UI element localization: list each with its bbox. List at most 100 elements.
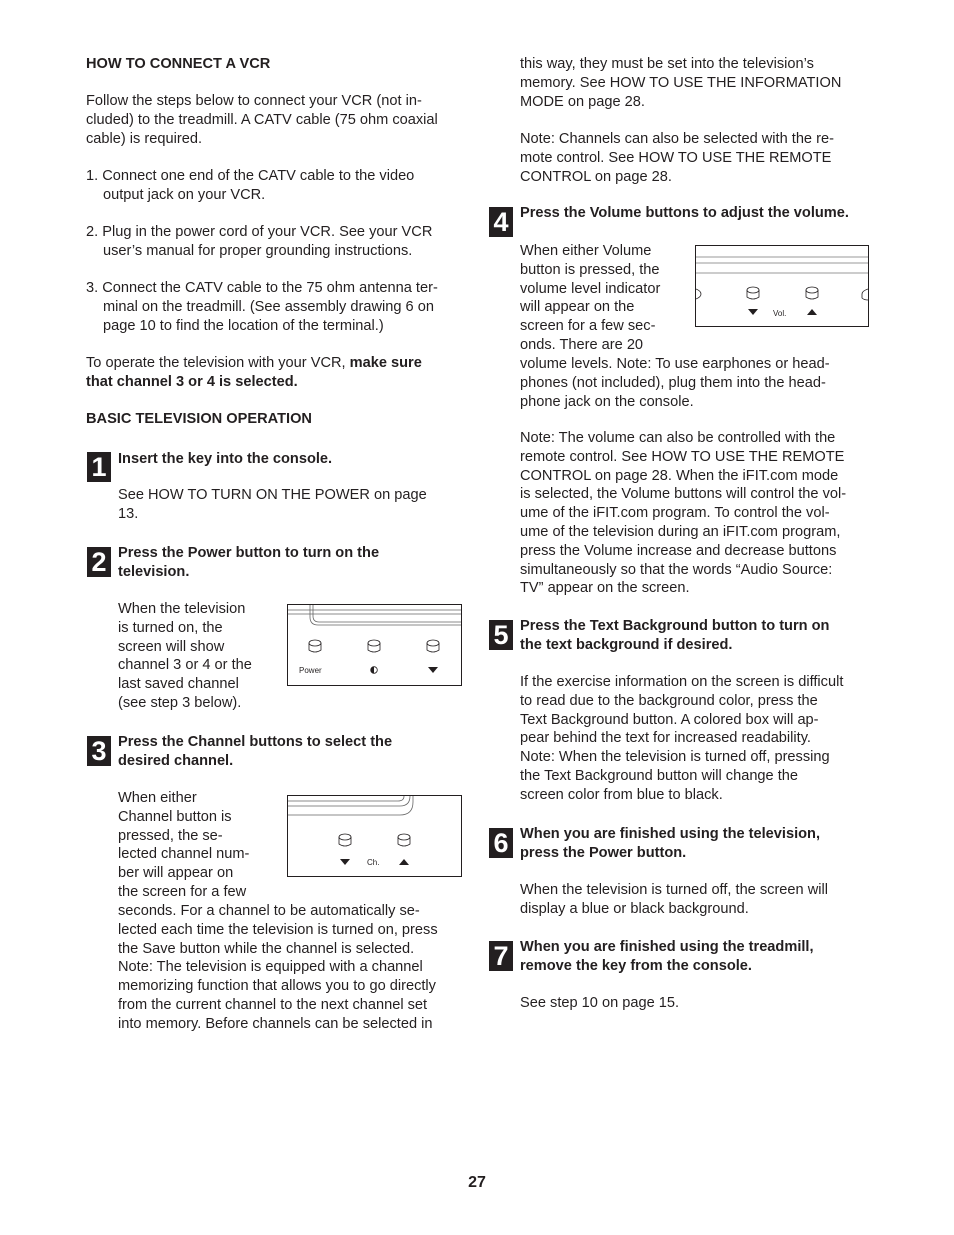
text-line: Note: The television is equipped with a … <box>118 959 423 976</box>
text-line: press the Power button. <box>520 844 687 861</box>
text-line: that channel 3 or 4 is selected. <box>86 373 298 390</box>
text-line: user’s manual for proper grounding instr… <box>103 242 413 259</box>
page-number: 27 <box>468 1174 486 1191</box>
text-line: pressed, the se- <box>118 827 223 844</box>
text-line: ume of the television during an iFIT.com… <box>520 523 841 540</box>
text-line: ume of the iFIT.com program. To control … <box>520 505 830 522</box>
vcr-heading: HOW TO CONNECT A VCR <box>86 56 271 72</box>
step-number-1: 1 <box>87 452 111 482</box>
channel-up-button-icon <box>397 833 411 847</box>
text-line: ber will appear on <box>118 865 234 882</box>
text-line: desired channel. <box>118 752 234 769</box>
channel-down-button-icon <box>338 833 352 847</box>
text-line: is selected, the Volume buttons will con… <box>520 486 847 503</box>
text-line: If the exercise information on the scree… <box>520 674 844 690</box>
step-6-body: When the television is turned off, the s… <box>520 881 880 919</box>
text-line: last saved channel <box>118 676 239 693</box>
text-line: Press the Channel buttons to select the <box>118 734 393 750</box>
volume-down-button-icon <box>746 286 760 300</box>
text-line: volume level indicator <box>520 280 661 297</box>
text-line: Insert the key into the console. <box>118 451 333 467</box>
text-line: Press the Power button to turn on the <box>118 545 380 561</box>
text-line: remove the key from the console. <box>520 957 752 974</box>
text-line: 13. <box>118 505 139 522</box>
vcr-step-1: 1. Connect one end of the CATV cable to … <box>86 167 476 205</box>
step-5-body: If the exercise information on the scree… <box>520 673 880 805</box>
text-line: the Text Background button will change t… <box>520 767 799 784</box>
vcr-note: To operate the television with your VCR,… <box>86 354 476 392</box>
step-2-title: Press the Power button to turn on the te… <box>118 544 379 582</box>
text-line: When you are finished using the treadmil… <box>520 939 814 955</box>
text-line: (see step 3 below). <box>118 694 242 711</box>
text-line: television. <box>118 563 190 580</box>
text-line: lected channel num- <box>118 846 250 863</box>
step-7-body: See step 10 on page 15. <box>520 994 880 1013</box>
power-button-icon <box>308 639 322 653</box>
step-3-body: When either Channel button is pressed, t… <box>118 789 288 902</box>
text-line: simultaneously so that the words “Audio … <box>520 561 833 578</box>
text-line: page 10 to find the location of the term… <box>103 317 384 334</box>
text-line: screen for a few sec- <box>520 318 656 335</box>
text-line: When the television is turned off, the s… <box>520 882 828 898</box>
text-line: memory. See HOW TO USE THE INFORMATION <box>520 74 842 91</box>
text-line: button is pressed, the <box>520 261 660 278</box>
text-line: When either <box>118 790 197 806</box>
text-line: the Save button while the channel is sel… <box>118 940 415 957</box>
text-line: this way, they must be set into the tele… <box>520 56 814 72</box>
text-line: phone jack on the console. <box>520 393 694 410</box>
text-line: remote control. See HOW TO USE THE REMOT… <box>520 448 845 465</box>
text-line: screen will show <box>118 638 225 655</box>
text-line: the text background if desired. <box>520 636 733 653</box>
step-number-4: 4 <box>489 207 513 237</box>
volume-label: Vol. <box>773 309 786 318</box>
text-line: is turned on, the <box>118 619 223 636</box>
contrast-button-icon <box>367 639 381 653</box>
volume-up-button-icon <box>805 286 819 300</box>
basic-heading: BASIC TELEVISION OPERATION <box>86 411 312 427</box>
vcr-step-2: 2. Plug in the power cord of your VCR. S… <box>86 223 476 261</box>
text-line: seconds. For a channel to be automatical… <box>118 903 420 919</box>
text-line: into memory. Before channels can be sele… <box>118 1015 433 1032</box>
channel-label: Ch. <box>367 858 379 867</box>
text-line: channel 3 or 4 or the <box>118 657 252 674</box>
contrast-icon <box>370 666 378 674</box>
step-number-2: 2 <box>87 547 111 577</box>
text-line: When either Volume <box>520 243 652 259</box>
step-1-body: See HOW TO TURN ON THE POWER on page 13. <box>118 486 478 524</box>
up-triangle-icon <box>399 859 409 865</box>
text-line: Text Background button. A colored box wi… <box>520 711 819 728</box>
text-line: lected each time the television is turne… <box>118 921 438 938</box>
text-line: display a blue or black background. <box>520 900 749 917</box>
text-line: to read due to the background color, pre… <box>520 692 818 709</box>
step-3-body-continued: seconds. For a channel to be automatical… <box>118 902 478 1034</box>
text-line: press the Volume increase and decrease b… <box>520 542 837 559</box>
step-6-title: When you are finished using the televisi… <box>520 825 820 863</box>
text-line: cable) is required. <box>86 130 202 147</box>
channel-remote-note: Note: Channels can also be selected with… <box>520 130 880 186</box>
text-line: See HOW TO TURN ON THE POWER on page <box>118 487 427 503</box>
text-line: When the television <box>118 601 246 617</box>
step-1-title: Insert the key into the console. <box>118 450 332 469</box>
text-line: onds. There are 20 <box>520 336 644 353</box>
text-line: 2. Plug in the power cord of your VCR. S… <box>86 224 433 240</box>
text-line: minal on the treadmill. (See assembly dr… <box>103 298 434 315</box>
text-line: from the current channel to the next cha… <box>118 996 428 1013</box>
down-triangle-icon <box>428 667 438 673</box>
step-number-6: 6 <box>489 828 513 858</box>
text-line: 3. Connect the CATV cable to the 75 ohm … <box>86 280 438 296</box>
up-triangle-icon <box>807 309 817 315</box>
text-line: Press the Volume buttons to adjust the v… <box>520 205 849 221</box>
channel-console-diagram: Ch. <box>287 795 462 877</box>
step-4-body: When either Volume button is pressed, th… <box>520 242 690 355</box>
bold-span: make sure <box>349 355 422 371</box>
step-3-continued-right: this way, they must be set into the tele… <box>520 55 880 111</box>
text-line: pear behind the text for increased reada… <box>520 730 811 747</box>
step-3-title: Press the Channel buttons to select the … <box>118 733 392 771</box>
text-line: See step 10 on page 15. <box>520 995 680 1011</box>
text-line: When you are finished using the televisi… <box>520 826 821 842</box>
down-triangle-icon <box>748 309 758 315</box>
down-button-icon <box>426 639 440 653</box>
volume-remote-note: Note: The volume can also be controlled … <box>520 429 880 598</box>
text-line: 1. Connect one end of the CATV cable to … <box>86 168 415 184</box>
text-line: Note: When the television is turned off,… <box>520 749 830 766</box>
